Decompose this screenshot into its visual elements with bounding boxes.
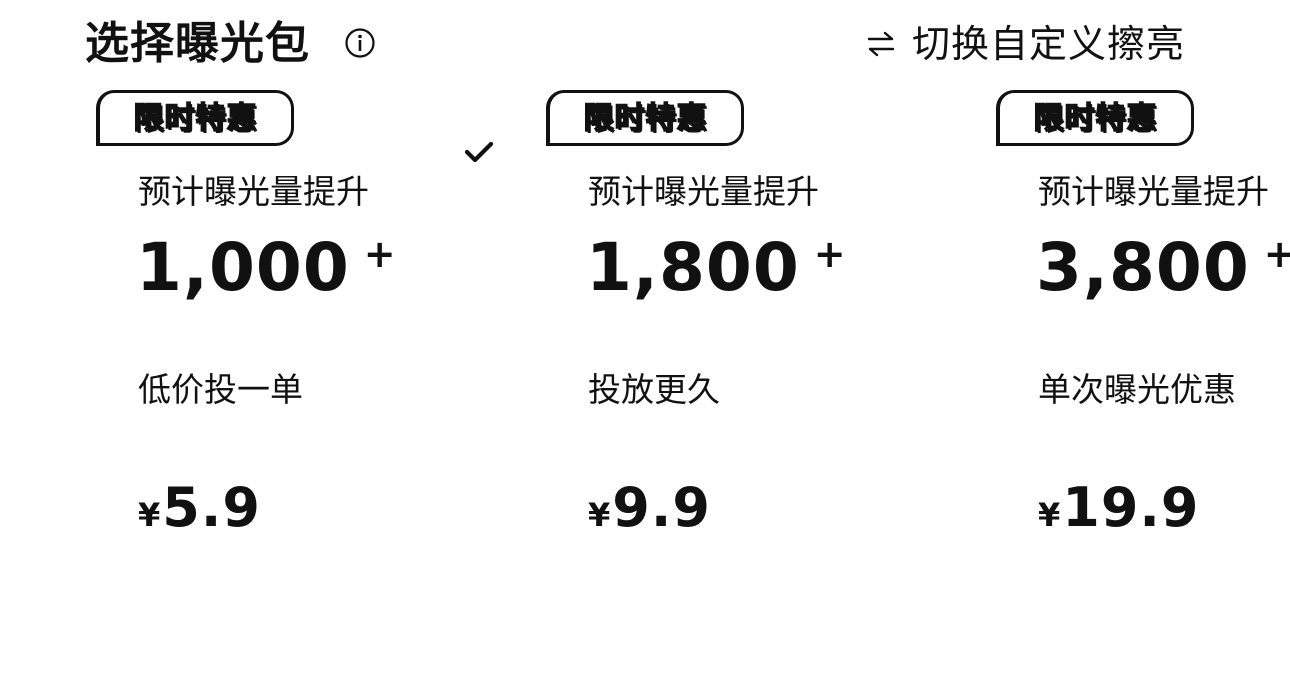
currency-symbol: ¥ — [138, 496, 161, 534]
price-amount: 19.9 — [1062, 476, 1200, 539]
promo-badge-label: 限时特惠 — [583, 100, 708, 137]
page-title: 选择曝光包 — [85, 18, 310, 69]
exposure-number: 3,800 — [1036, 229, 1250, 306]
switch-custom-refresh-button[interactable]: 切换自定义擦亮 — [866, 14, 1185, 74]
check-icon — [464, 141, 494, 163]
header: 选择曝光包 切换自定义擦亮 — [0, 0, 1290, 90]
exposure-metric-value: 1,000 + — [136, 228, 396, 308]
exposure-plus: + — [363, 232, 396, 276]
exposure-metric-label: 预计曝光量提升 — [138, 172, 369, 211]
package-description: 低价投一单 — [138, 370, 303, 409]
package-price: ¥ 19.9 — [1038, 476, 1200, 539]
promo-badge: 限时特惠 — [546, 90, 744, 146]
package-description: 投放更久 — [588, 370, 720, 409]
package-list: 限时特惠 预计曝光量提升 1,000 + 低价投一单 ¥ 5.9 限时特惠 预计… — [0, 88, 1290, 681]
currency-symbol: ¥ — [1038, 496, 1061, 534]
exposure-metric-value: 3,800 + — [1036, 228, 1290, 308]
promo-badge-label: 限时特惠 — [133, 100, 258, 137]
package-card-2[interactable]: 限时特惠 预计曝光量提升 1,800 + 投放更久 ¥ 9.9 — [546, 88, 986, 648]
exposure-metric-value: 1,800 + — [586, 228, 846, 308]
exposure-number: 1,000 — [136, 229, 350, 306]
exposure-plus: + — [813, 232, 846, 276]
currency-symbol: ¥ — [588, 496, 611, 534]
exposure-metric-label: 预计曝光量提升 — [588, 172, 819, 211]
exposure-plus: + — [1263, 232, 1290, 276]
info-circle-icon[interactable] — [344, 27, 376, 59]
exposure-metric-label: 预计曝光量提升 — [1038, 172, 1269, 211]
promo-badge-label: 限时特惠 — [1033, 100, 1158, 137]
package-card-3[interactable]: 限时特惠 预计曝光量提升 3,800 + 单次曝光优惠 ¥ 19.9 — [996, 88, 1290, 648]
package-price: ¥ 5.9 — [138, 476, 261, 539]
price-amount: 9.9 — [612, 476, 711, 539]
swap-arrows-icon — [867, 31, 895, 57]
switch-custom-refresh-label: 切换自定义擦亮 — [912, 22, 1186, 66]
promo-badge: 限时特惠 — [96, 90, 294, 146]
price-amount: 5.9 — [162, 476, 261, 539]
promo-badge: 限时特惠 — [996, 90, 1194, 146]
exposure-number: 1,800 — [586, 229, 800, 306]
package-price: ¥ 9.9 — [588, 476, 711, 539]
package-card-1[interactable]: 限时特惠 预计曝光量提升 1,000 + 低价投一单 ¥ 5.9 — [96, 88, 536, 648]
package-description: 单次曝光优惠 — [1038, 370, 1236, 409]
